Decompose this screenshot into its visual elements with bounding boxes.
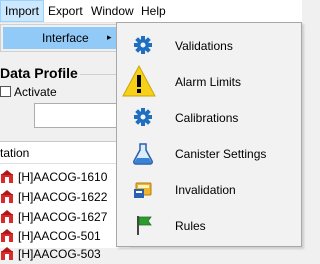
menu-help[interactable]: Help (137, 0, 170, 22)
list-item[interactable]: [H]AACOG-501 (0, 226, 130, 246)
list-item[interactable]: [H]AACOG-1610 (0, 167, 130, 187)
station-icon (1, 210, 13, 223)
menu-item-validations[interactable]: Validations (117, 27, 301, 63)
list-item-label: [H]AACOG-503 (18, 247, 101, 261)
station-icon (1, 229, 13, 242)
activate-label: Activate (14, 85, 57, 99)
list-item-label: [H]AACOG-1610 (18, 170, 108, 184)
list-item[interactable]: [H]AACOG-503 (0, 244, 130, 264)
menu-item-invalidation[interactable]: Invalidation (117, 171, 301, 207)
warning-icon (122, 65, 156, 97)
section-title: Data Profile (0, 65, 78, 81)
station-icon (1, 247, 13, 260)
list-column-header[interactable]: tation (0, 146, 29, 160)
activate-checkbox[interactable] (0, 86, 11, 97)
validations-label: Validations (175, 39, 233, 53)
menu-item-interface[interactable]: Interface ▸ (3, 27, 119, 49)
flag-icon (137, 216, 152, 235)
list-item-label: [H]AACOG-1622 (18, 190, 108, 204)
menu-item-calibrations[interactable]: Calibrations (117, 99, 301, 135)
interface-dropdown: Validations Alarm Limits Calibrations Ca… (116, 22, 302, 247)
submenu-arrow-icon: ▸ (107, 32, 112, 42)
calibrations-label: Calibrations (175, 111, 239, 125)
menu-import[interactable]: Import (0, 0, 45, 22)
menu-item-canister-settings[interactable]: Canister Settings (117, 135, 301, 171)
menu-export[interactable]: Export (44, 0, 87, 22)
invalidation-icon (134, 182, 152, 198)
station-icon (1, 170, 13, 183)
station-icon (1, 190, 13, 203)
menu-item-interface-label: Interface (42, 31, 89, 45)
gear-icon (134, 36, 152, 54)
list-item-label: [H]AACOG-1627 (18, 210, 108, 224)
alarm-limits-label: Alarm Limits (175, 75, 242, 89)
list-header-divider (0, 163, 130, 164)
menu-item-alarm-limits[interactable]: Alarm Limits (117, 63, 301, 99)
list-item[interactable]: [H]AACOG-1627 (0, 207, 130, 227)
rules-label: Rules (175, 219, 206, 233)
menu-window[interactable]: Window (87, 0, 138, 22)
import-submenu: Interface ▸ (0, 24, 122, 52)
station-list: tation [H]AACOG-1610 [H]AACOG-1622 [H]AA… (0, 141, 130, 261)
canister-settings-label: Canister Settings (175, 147, 267, 161)
gear-icon (134, 108, 152, 126)
menu-bar: Import Export Window Help (0, 0, 302, 23)
list-item[interactable]: [H]AACOG-1622 (0, 187, 130, 207)
list-item-label: [H]AACOG-501 (18, 229, 101, 243)
invalidation-label: Invalidation (175, 183, 236, 197)
menu-item-rules[interactable]: Rules (117, 207, 301, 243)
flask-icon (132, 143, 154, 165)
